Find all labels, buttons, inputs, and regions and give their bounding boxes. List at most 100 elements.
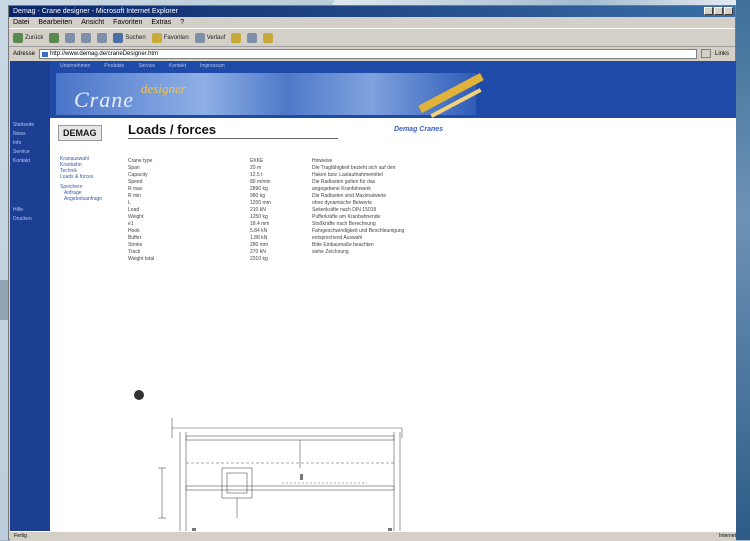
address-input[interactable]: http://www.demag.de/craneDesigner.htm: [39, 48, 697, 59]
minimize-button[interactable]: [704, 7, 713, 15]
print-button[interactable]: [247, 32, 258, 43]
nav-item[interactable]: Info: [10, 139, 50, 148]
demag-logo[interactable]: DEMAG: [58, 125, 102, 141]
nav-item[interactable]: Service: [10, 148, 50, 157]
menu-item[interactable]: Extras: [151, 17, 171, 28]
favorites-button[interactable]: Favoriten: [151, 32, 189, 43]
table-cell: [312, 256, 474, 263]
history-icon: [194, 32, 205, 43]
table-cell: 280 mm: [250, 242, 269, 248]
table-cell: 80 m/min: [250, 179, 271, 185]
top-nav-link[interactable]: Kontakt: [169, 61, 186, 72]
table-cell: 210 kN: [250, 207, 266, 213]
history-button[interactable]: Verlauf: [194, 32, 225, 43]
table-cell: 5.84 kN: [250, 228, 268, 234]
table-cell: e1: [128, 221, 134, 227]
nav-item[interactable]: Startseite: [10, 121, 50, 130]
stop-button[interactable]: [65, 32, 76, 43]
links-button[interactable]: Links: [715, 51, 731, 57]
mail-icon: [231, 32, 242, 43]
table-cell: Speed: [128, 179, 143, 185]
table-cell: 18.4 mm: [250, 221, 270, 227]
search-button[interactable]: Suchen: [113, 32, 146, 43]
toolbar: Zurück Suchen Favoriten Verlauf: [9, 29, 735, 47]
address-label: Adresse: [13, 50, 36, 57]
table-row: e1 18.4 mm Stoßkräfte nach Berechnung: [128, 221, 474, 228]
print-icon: [247, 32, 258, 43]
menu-item[interactable]: Bearbeiten: [38, 17, 72, 28]
table-row: Buffer 1.88 kN entsprechend Auswahl: [128, 235, 474, 242]
menu-item[interactable]: Favoriten: [113, 17, 142, 28]
crane-drawing-svg: [152, 418, 422, 536]
refresh-icon: [81, 32, 92, 43]
top-nav-link[interactable]: Service: [138, 61, 155, 72]
table-row: L 1200 mm ohne dynamische Beiwerte: [128, 200, 474, 207]
menu-item[interactable]: ?: [180, 17, 184, 28]
main-content: Loads / forces Demag Cranes Crane type EK…: [122, 118, 736, 536]
table-cell: Stroke: [128, 242, 143, 248]
home-icon: [97, 32, 108, 43]
window-title: Demag - Crane designer - Microsoft Inter…: [13, 8, 178, 15]
nav-item[interactable]: Hilfe: [10, 206, 50, 215]
home-button[interactable]: [97, 32, 108, 43]
brand-link[interactable]: Demag Cranes: [394, 126, 443, 133]
table-cell: Span: [128, 165, 140, 171]
loads-table: Crane type EKKE Hinweise Span 20 m Die Tragfä…: [128, 158, 474, 263]
table-cell: Load: [128, 207, 140, 213]
search-icon: [113, 32, 124, 43]
edit-button[interactable]: [263, 32, 274, 43]
table-cell: L: [128, 200, 131, 206]
nav-item[interactable]: News: [10, 130, 50, 139]
address-bar: Adresse http://www.demag.de/craneDesigne…: [9, 47, 735, 60]
left-navigation: Startseite News Info Service Kontakt Hil…: [10, 61, 50, 536]
table-cell: Die Tragfähigkeit bezieht sich auf den: [312, 165, 396, 171]
table-cell: 2890 kg: [250, 186, 268, 192]
star-icon: [151, 32, 162, 43]
table-row: R min 980 kg Die Radlasten sind Maximalwer…: [128, 193, 474, 200]
table-cell: Haken bzw. Lastaufnahmemittel: [312, 172, 383, 178]
page-banner: Unternehmen Produkte Service Kontakt Imp…: [50, 61, 736, 118]
table-cell: entsprechend Auswahl: [312, 235, 363, 241]
forward-arrow-icon: [49, 32, 60, 43]
menu-item[interactable]: Datei: [13, 17, 29, 28]
top-nav-link[interactable]: Unternehmen: [60, 61, 90, 72]
go-button[interactable]: [700, 49, 711, 58]
table-row: Weight total 2310 kg: [128, 256, 474, 263]
table-cell: 1200 mm: [250, 200, 271, 206]
top-nav-link[interactable]: Produkte: [104, 61, 124, 72]
table-cell: Weight total: [128, 256, 155, 262]
nav-item[interactable]: Kontakt: [10, 157, 50, 166]
back-button[interactable]: Zurück: [13, 32, 43, 43]
table-cell: 2310 kg: [250, 256, 268, 262]
table-cell: Die Radlasten gelten für das: [312, 179, 376, 185]
top-nav-link[interactable]: Impressum: [200, 61, 225, 72]
stop-icon: [65, 32, 76, 43]
table-cell: Stoßkräfte nach Berechnung: [312, 221, 376, 227]
sidebar-links: Kranauswahl Kranbahn Technik Loads & for…: [60, 156, 102, 202]
page-title: Loads / forces: [128, 122, 217, 137]
table-cell: Track: [128, 249, 141, 255]
table-row: Span 20 m Die Tragfähigkeit bezieht sich a…: [128, 165, 474, 172]
table-cell: Bitte Einbaumaße beachten: [312, 242, 374, 248]
banner-subtitle: designer: [141, 81, 186, 96]
background-decoration: [736, 0, 750, 540]
table-cell: Crane type: [128, 158, 153, 164]
nav-item[interactable]: Drucken: [10, 215, 50, 224]
menu-item[interactable]: Ansicht: [81, 17, 104, 28]
forward-button[interactable]: [49, 32, 60, 43]
refresh-button[interactable]: [81, 32, 92, 43]
sidebar: DEMAG Kranauswahl Kranbahn Technik Loads…: [50, 118, 122, 536]
nav-spacer: [10, 166, 50, 206]
table-cell: siehe Zeichnung: [312, 249, 349, 255]
table-cell: 1250 kg: [250, 214, 268, 220]
maximize-button[interactable]: [714, 7, 723, 15]
mail-button[interactable]: [231, 32, 242, 43]
menu-bar: Datei Bearbeiten Ansicht Favoriten Extra…: [9, 17, 735, 29]
table-cell: R min: [128, 193, 142, 199]
table-cell: Weight: [128, 214, 144, 220]
table-row: Weight 1250 kg Pufferkräfte am Kranbahnend…: [128, 214, 474, 221]
sidebar-link[interactable]: Angebotsanfrage: [60, 196, 102, 202]
close-button[interactable]: [724, 7, 733, 15]
crane-technical-drawing: [132, 408, 487, 536]
table-cell: Capacity: [128, 172, 148, 178]
